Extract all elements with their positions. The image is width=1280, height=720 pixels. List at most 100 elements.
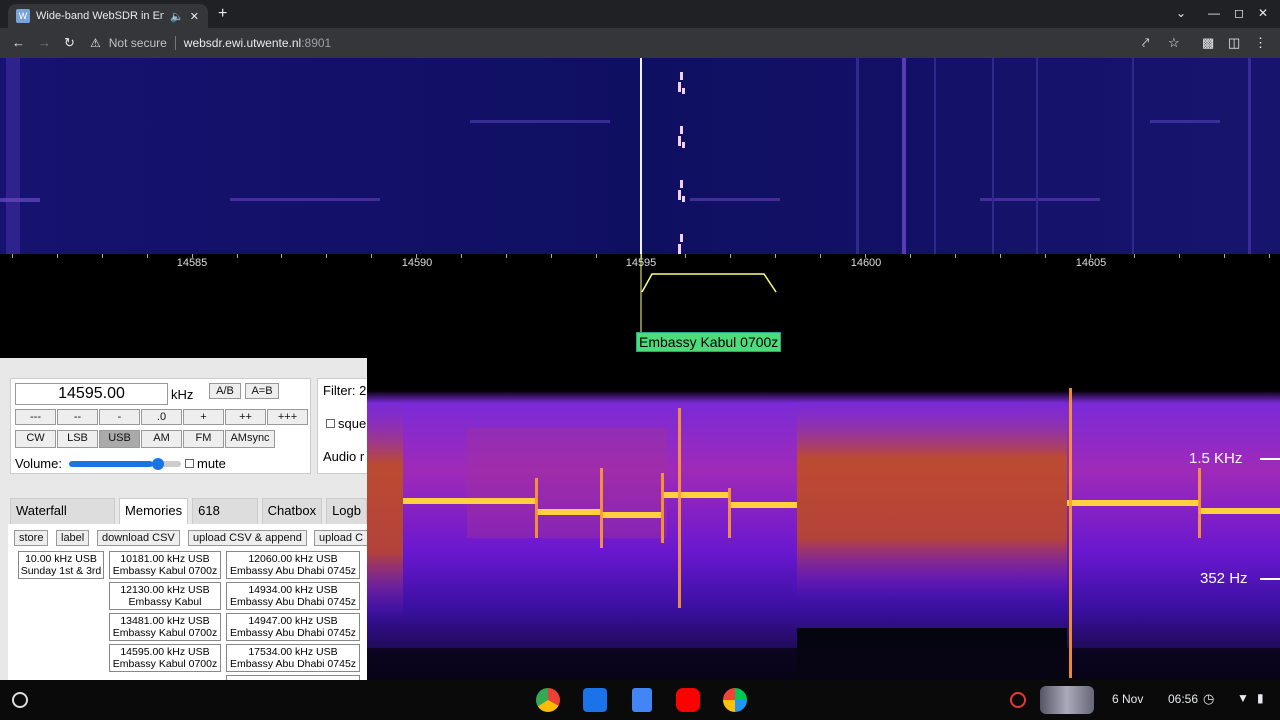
freq-marker-high: 1.5 KHz [1189,450,1243,467]
back-icon[interactable]: ← [12,35,25,50]
wifi-icon[interactable]: ▼ [1237,691,1249,705]
tuner-box: 14595.00 kHz A/B A=B --- -- - .0 + ++ ++… [10,378,311,474]
round-button[interactable]: .0 [141,409,182,425]
tab-title: Wide-band WebSDR in Ensch [36,10,164,22]
step-up-2-button[interactable]: ++ [225,409,266,425]
upload-csv-append-button[interactable]: upload CSV & append [188,530,307,546]
new-tab-icon[interactable]: + [218,5,227,23]
close-tab-icon[interactable]: ✕ [190,10,199,23]
mode-cw-button[interactable]: CW [15,430,56,448]
memory-marker-label[interactable]: Embassy Kabul 0700z [636,332,782,352]
share-icon[interactable]: ⤤ [1142,35,1149,51]
battery-icon[interactable]: ▮ [1257,691,1264,705]
warning-icon[interactable]: ⚠ [90,36,101,50]
speaker-icon[interactable]: 🔈 [170,10,184,23]
memory-name: Sunday 1st & 3rd [20,565,102,577]
label-button[interactable]: label [56,530,90,546]
frequency-input[interactable]: 14595.00 [15,383,168,405]
reload-icon[interactable]: ↻ [64,35,75,51]
memory-item[interactable]: 12060.00 kHz USB Embassy Abu Dhabi 0745z [226,551,360,579]
not-secure-label: Not secure [108,36,167,50]
memory-freq: 14947.00 kHz USB [248,615,338,627]
memory-freq: 12060.00 kHz USB [248,553,338,565]
tab-waterfall-settings[interactable]: Waterfall settings [10,498,116,542]
clock-icon[interactable]: ◷ [1203,691,1214,707]
divider [174,36,176,50]
mode-lsb-button[interactable]: LSB [57,430,98,448]
memory-item[interactable]: 10.00 kHz USB Sunday 1st & 3rd [18,551,104,579]
step-down-3-button[interactable]: --- [15,409,56,425]
mode-amsync-button[interactable]: AMsync [225,430,275,448]
memory-item[interactable]: 13481.00 kHz USB Embassy Kabul 0700z [109,613,221,641]
tab-users[interactable]: 618 users [192,498,258,542]
tab-search-chevron-icon[interactable]: ⌄ [1176,6,1186,20]
minimize-icon[interactable]: — [1208,6,1220,20]
docs-app-icon[interactable] [632,688,652,712]
files-app-icon[interactable] [583,688,607,712]
tab-logbook[interactable]: Logb [326,498,367,524]
youtube-app-icon[interactable] [676,688,700,712]
mode-fm-button[interactable]: FM [183,430,224,448]
volume-slider-fill[interactable] [69,461,153,467]
chrome-app-icon[interactable] [536,688,560,712]
waterfall-display[interactable] [0,58,1280,254]
step-up-3-button[interactable]: +++ [267,409,308,425]
play-store-app-icon[interactable] [723,688,747,712]
memory-item[interactable]: 10181.00 kHz USB Embassy Kabul 0700z [109,551,221,579]
store-button[interactable]: store [14,530,49,546]
close-window-icon[interactable]: ✕ [1258,6,1268,20]
upload-csv-button[interactable]: upload C [314,530,367,546]
date-label[interactable]: 6 Nov [1112,692,1143,706]
mute-label: mute [197,456,226,471]
frequency-unit: kHz [171,387,194,402]
side-panel-icon[interactable]: ◫ [1228,35,1240,51]
waterfall-graphic [0,58,1280,254]
squelch-checkbox[interactable]: sque [326,416,366,431]
a-equals-b-button[interactable]: A=B [245,383,279,399]
memory-item[interactable]: 17534.00 kHz USB Embassy Abu Dhabi 0745z [226,644,360,672]
memory-name: Embassy Kabul 0700z [112,565,218,577]
memory-name: Embassy Abu Dhabi 0745z [229,596,357,608]
volume-label: Volume: [15,456,62,471]
memory-freq: 12130.00 kHz USB [120,584,210,596]
step-down-1-button[interactable]: - [99,409,140,425]
filter-box: Filter: 2 sque Audio r [317,378,367,474]
extensions-icon[interactable]: ▩ [1202,35,1214,51]
launcher-icon[interactable] [12,692,28,708]
memory-freq: 14595.00 kHz USB [120,646,210,658]
step-down-2-button[interactable]: -- [57,409,98,425]
download-csv-button[interactable]: download CSV [97,530,180,546]
menu-kebab-icon[interactable]: ⋮ [1254,35,1267,51]
memory-item[interactable]: 14595.00 kHz USB Embassy Kabul 0700z [109,644,221,672]
memory-name: Embassy Kabul [128,596,202,608]
memory-name: Embassy Abu Dhabi 0745z [229,658,357,670]
checkbox-icon[interactable] [185,459,194,468]
mode-usb-button[interactable]: USB [99,430,140,448]
spectrogram-graphic [367,358,1280,680]
screen-record-icon[interactable] [1010,692,1026,708]
volume-slider-track[interactable] [161,461,181,467]
browser-tab[interactable]: W Wide-band WebSDR in Ensch 🔈 ✕ [8,4,208,28]
panel-tabs: Waterfall settings Memories 618 users Ch… [10,498,367,542]
memory-name: Embassy Abu Dhabi 0745z [229,627,357,639]
memory-item[interactable]: 14947.00 kHz USB Embassy Abu Dhabi 0745z [226,613,360,641]
time-label[interactable]: 06:56 [1168,692,1198,706]
ab-button[interactable]: A/B [209,383,241,399]
maximize-icon[interactable]: ◻ [1234,6,1244,20]
mute-checkbox[interactable]: mute [185,456,226,471]
tab-chatbox[interactable]: Chatbox [261,498,323,524]
step-up-1-button[interactable]: + [183,409,224,425]
checkbox-icon[interactable] [326,419,335,428]
memory-item[interactable]: 12130.00 kHz USB Embassy Kabul [109,582,221,610]
bookmark-star-icon[interactable]: ☆ [1168,35,1180,51]
memory-item[interactable]: 14934.00 kHz USB Embassy Abu Dhabi 0745z [226,582,360,610]
address-bar[interactable]: ⚠ Not secure websdr.ewi.utwente.nl :8901 [90,32,1190,54]
tab-memories[interactable]: Memories [119,498,189,524]
audio-recording-label[interactable]: Audio r [323,449,364,464]
memory-freq: 17534.00 kHz USB [248,646,338,658]
browser-toolbar: ← → ↻ ⚠ Not secure websdr.ewi.utwente.nl… [0,28,1280,58]
forward-icon[interactable]: → [38,35,51,50]
holding-space-thumbnail[interactable] [1040,686,1094,714]
volume-slider-knob[interactable] [152,458,164,470]
mode-am-button[interactable]: AM [141,430,182,448]
